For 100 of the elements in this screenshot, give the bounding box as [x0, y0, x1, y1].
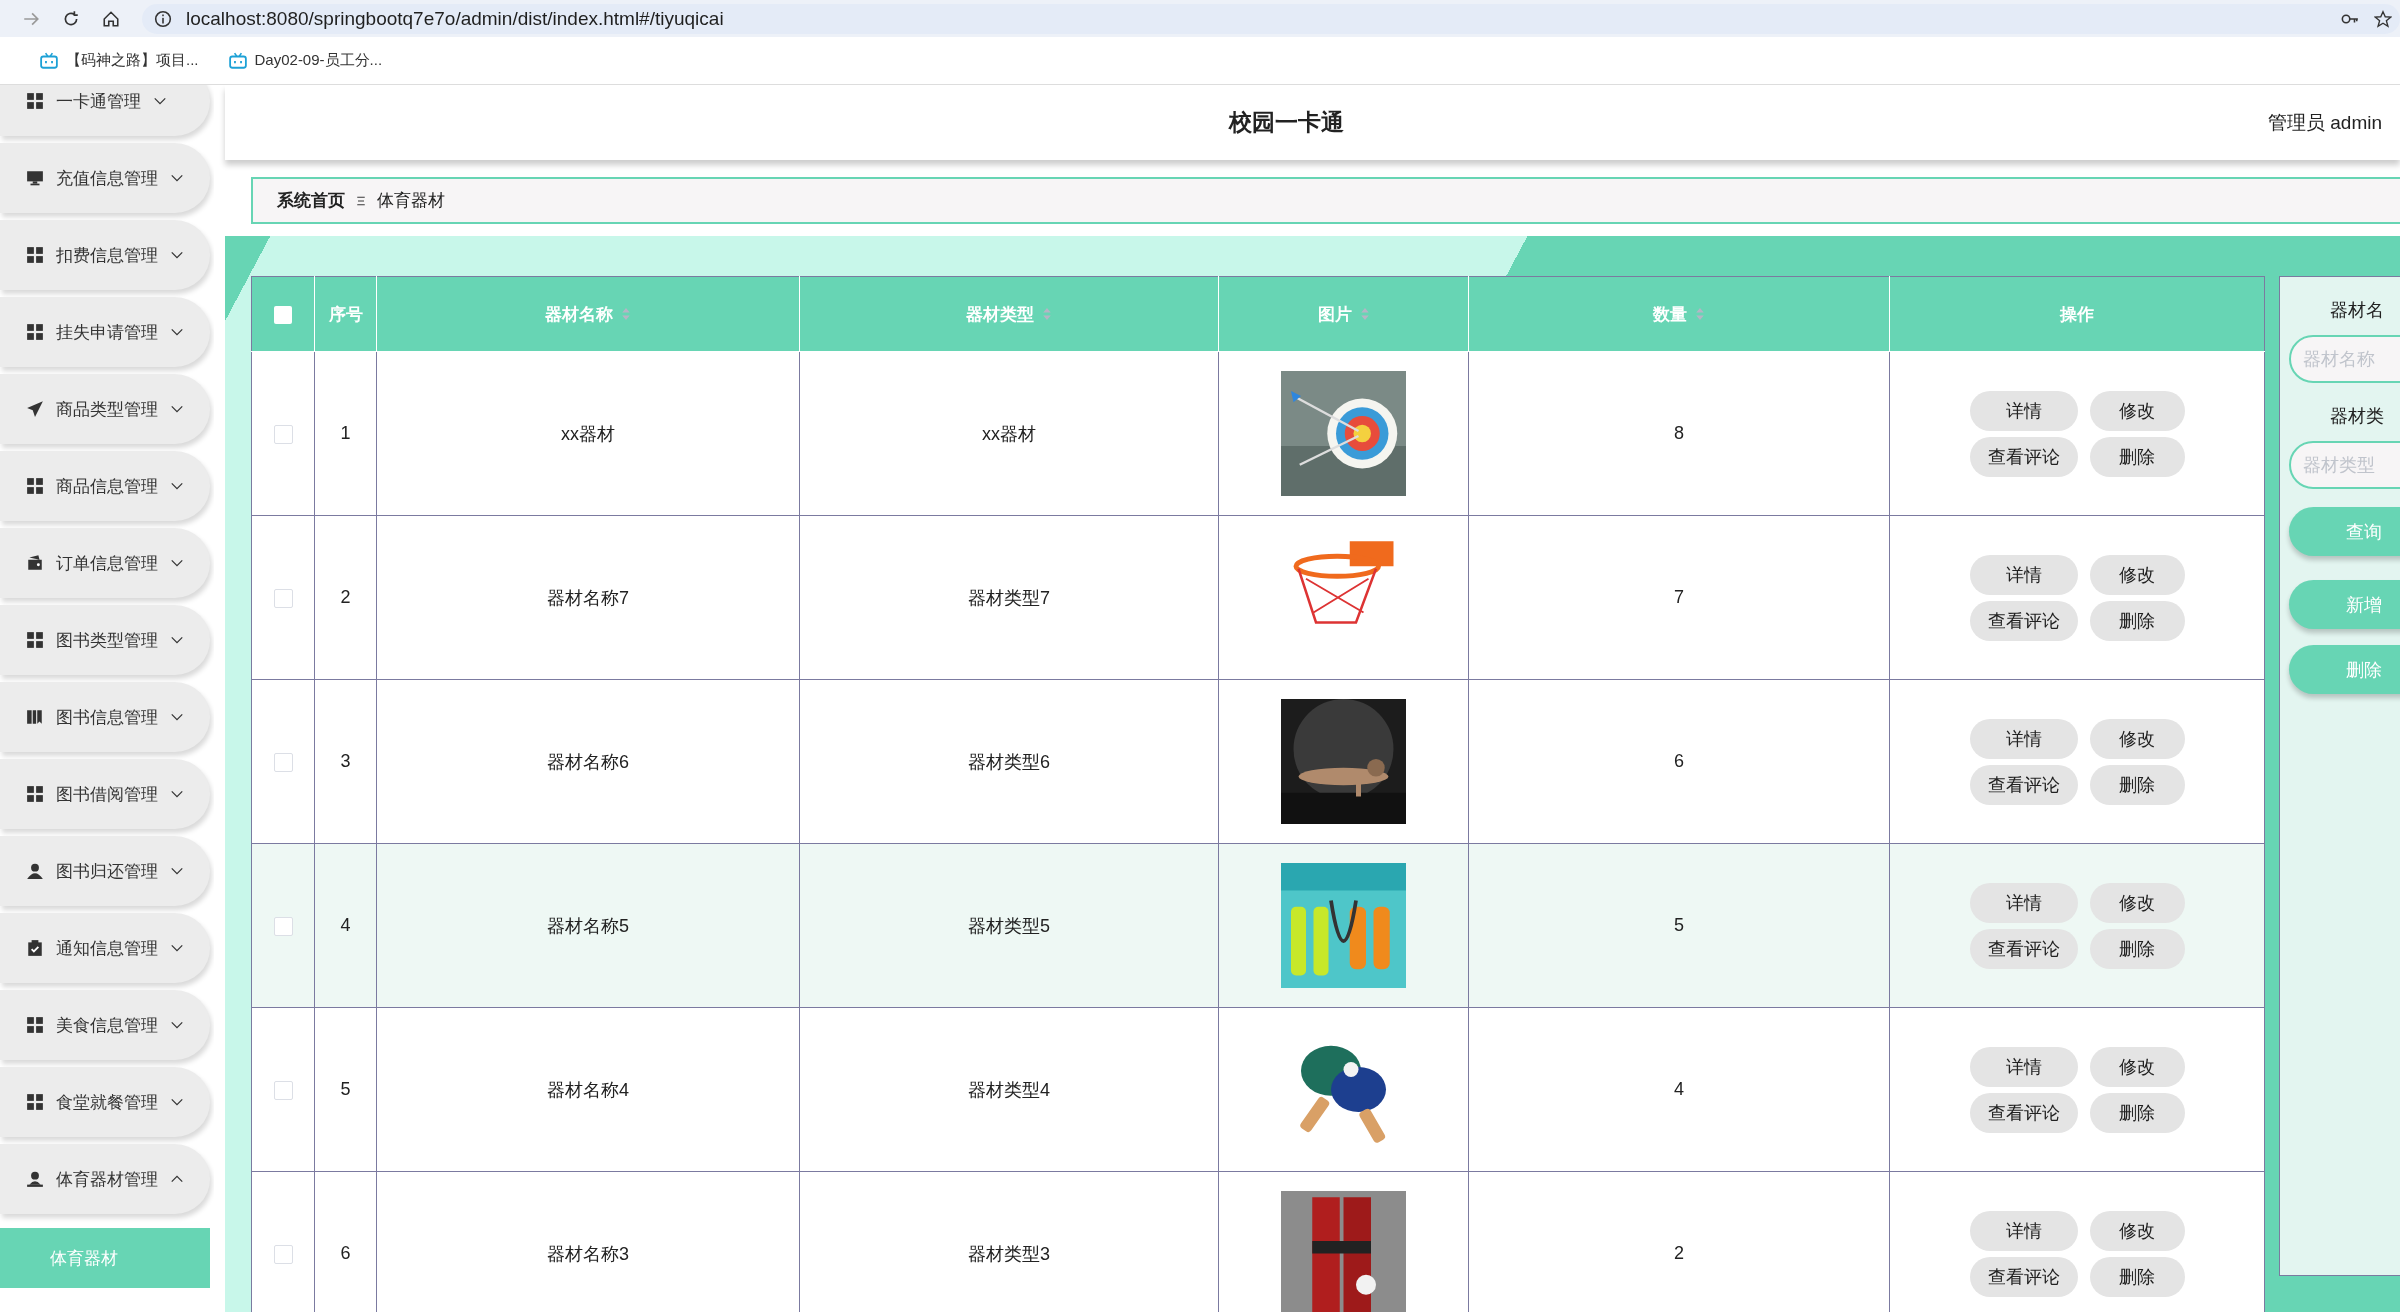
- action-button[interactable]: 删除: [2089, 600, 2185, 641]
- grid-icon: [26, 92, 44, 110]
- person-icon: [26, 862, 44, 880]
- address-bar[interactable]: localhost:8080/springbootq7e7o/admin/dist/index.html#/tiyuqicai: [186, 7, 724, 30]
- grid-icon: [26, 1016, 44, 1034]
- separator-icon: [355, 194, 367, 207]
- sort-icon: [1042, 307, 1052, 321]
- sidebar-item[interactable]: 图书归还管理: [0, 836, 210, 906]
- column-header: 操作: [2060, 303, 2094, 326]
- home-icon: [102, 9, 120, 28]
- action-button[interactable]: 修改: [2089, 1046, 2185, 1087]
- sidebar-item[interactable]: 图书类型管理: [0, 605, 210, 675]
- sidebar-item[interactable]: 挂失申请管理: [0, 297, 210, 367]
- action-button[interactable]: 修改: [2089, 390, 2185, 431]
- table-cell: 器材名称5: [547, 915, 629, 936]
- bookmark-link[interactable]: Day02-09-员工分...: [254, 51, 383, 70]
- info-icon: [154, 9, 172, 28]
- table-cell: 2: [1674, 1243, 1684, 1263]
- table-cell: 5: [1674, 915, 1684, 935]
- wallet-icon: [26, 554, 44, 572]
- table-cell: 器材类型7: [968, 587, 1050, 608]
- field-label: 器材类: [2329, 405, 2385, 428]
- tv-icon: [40, 51, 58, 70]
- grid-icon: [26, 785, 44, 803]
- grid-icon: [26, 246, 44, 264]
- book-icon: [26, 708, 44, 726]
- table-cell: 器材名称4: [547, 1079, 629, 1100]
- table-cell: 器材名称6: [547, 751, 629, 772]
- action-button[interactable]: 修改: [2089, 718, 2185, 759]
- sidebar-item[interactable]: 扣费信息管理: [0, 220, 210, 290]
- table-cell: xx器材: [982, 423, 1036, 444]
- action-button[interactable]: 删除: [2089, 928, 2185, 969]
- row-checkbox[interactable]: [273, 752, 293, 772]
- action-button[interactable]: 详情: [1969, 554, 2078, 595]
- table-cell: 4: [340, 915, 351, 935]
- table-cell: 6: [340, 1243, 351, 1263]
- action-button[interactable]: 详情: [1969, 882, 2078, 923]
- table-cell: 器材类型3: [968, 1243, 1050, 1264]
- table-cell: 器材类型6: [968, 751, 1050, 772]
- sidebar-item[interactable]: 通知信息管理: [0, 913, 210, 983]
- select-all-checkbox[interactable]: [274, 305, 292, 324]
- action-button[interactable]: 查看评论: [1969, 1256, 2078, 1297]
- table-cell: 5: [340, 1079, 351, 1099]
- action-button[interactable]: 修改: [2089, 882, 2185, 923]
- field-label: 器材名: [2329, 299, 2385, 322]
- table-cell: xx器材: [561, 423, 615, 444]
- table-cell: 3: [340, 751, 351, 771]
- action-button[interactable]: 修改: [2089, 1210, 2185, 1251]
- paper-plane-icon: [26, 400, 44, 418]
- action-button[interactable]: 查看评论: [1969, 764, 2078, 805]
- sidebar-item[interactable]: 一卡通管理: [0, 85, 210, 136]
- row-checkbox[interactable]: [273, 1244, 293, 1264]
- sidebar-item[interactable]: 体育器材管理: [0, 1144, 210, 1214]
- action-button[interactable]: 详情: [1969, 1210, 2078, 1251]
- breadcrumb-item[interactable]: 系统首页: [277, 189, 345, 212]
- table-cell: 器材类型4: [968, 1079, 1050, 1100]
- action-button[interactable]: 查看评论: [1969, 928, 2078, 969]
- sidebar-item[interactable]: 图书信息管理: [0, 682, 210, 752]
- action-button[interactable]: 详情: [1969, 1046, 2078, 1087]
- row-checkbox[interactable]: [273, 1080, 293, 1100]
- table-cell: 1: [340, 423, 351, 443]
- grid-icon: [26, 323, 44, 341]
- sidebar-item[interactable]: 美食信息管理: [0, 990, 210, 1060]
- column-header: 序号: [328, 303, 363, 326]
- app-title: 校园一卡通: [1227, 108, 1345, 137]
- table-cell: 2: [340, 587, 351, 607]
- tv-icon: [228, 51, 247, 70]
- bookmark-link[interactable]: 【码神之路】项目...: [66, 51, 199, 70]
- row-checkbox[interactable]: [273, 588, 293, 608]
- sidebar-item[interactable]: 订单信息管理: [0, 528, 210, 598]
- action-button[interactable]: 删除: [2089, 1256, 2185, 1297]
- grid-icon: [26, 631, 44, 649]
- person-icon: [26, 1170, 44, 1188]
- action-button[interactable]: 详情: [1969, 390, 2078, 431]
- action-button[interactable]: 删除: [2089, 436, 2185, 477]
- action-button[interactable]: 删除: [2089, 764, 2185, 805]
- monitor-icon: [26, 169, 44, 187]
- sidebar-item[interactable]: 充值信息管理: [0, 143, 210, 213]
- action-button[interactable]: 查看评论: [1969, 600, 2078, 641]
- row-checkbox[interactable]: [273, 916, 293, 936]
- action-button[interactable]: 详情: [1969, 718, 2078, 759]
- action-button[interactable]: 查看评论: [1969, 436, 2078, 477]
- grid-icon: [26, 477, 44, 495]
- sidebar-item[interactable]: 图书借阅管理: [0, 759, 210, 829]
- table-cell: 器材类型5: [968, 915, 1050, 936]
- sidebar-item[interactable]: 商品信息管理: [0, 451, 210, 521]
- action-button[interactable]: 删除: [2089, 1092, 2185, 1133]
- reload-icon: [62, 9, 80, 28]
- row-checkbox[interactable]: [273, 424, 293, 444]
- table-cell: 器材名称7: [547, 587, 629, 608]
- sidebar-item[interactable]: 商品类型管理: [0, 374, 210, 444]
- table-cell: 6: [1674, 751, 1684, 771]
- sidebar-item[interactable]: 食堂就餐管理: [0, 1067, 210, 1137]
- user-label: 管理员 admin: [2267, 110, 2383, 135]
- clipboard-icon: [26, 939, 44, 957]
- action-button[interactable]: 修改: [2089, 554, 2185, 595]
- sort-icon: [1359, 307, 1370, 321]
- action-button[interactable]: 查看评论: [1969, 1092, 2078, 1133]
- table-cell: 4: [1674, 1079, 1684, 1099]
- grid-icon: [26, 1093, 44, 1111]
